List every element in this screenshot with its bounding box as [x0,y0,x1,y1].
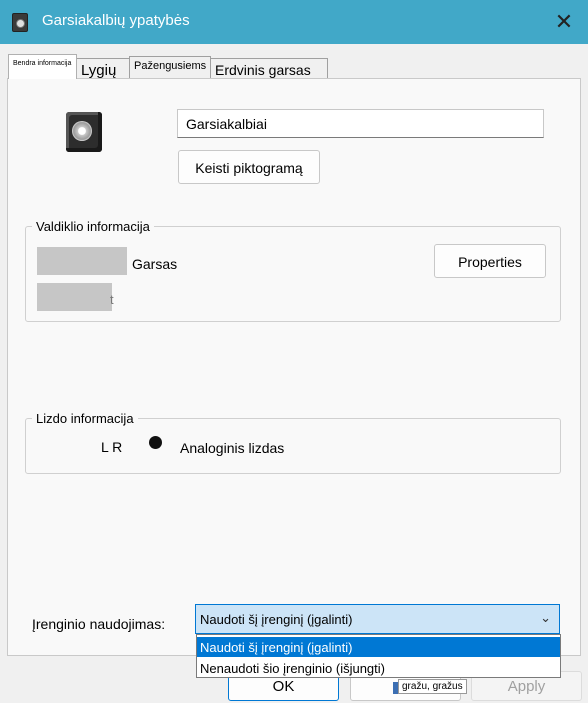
redacted-driver-detail [37,283,112,311]
jack-color-icon [149,436,162,449]
properties-button[interactable]: Properties [434,244,546,278]
speaker-icon [66,112,102,152]
jack-channels: L R [101,439,123,455]
dropdown-option-enable[interactable]: Naudoti šį įrenginį (įgalinti) [197,637,560,657]
dropdown-option-disable[interactable]: Nenaudoti šio įrenginio (išjungti) [197,658,560,678]
jack-name: Analoginis lizdas [180,440,285,456]
device-usage-select[interactable]: Naudoti šį įrenginį (įgalinti) ⌄ [195,604,560,634]
device-usage-value: Naudoti šį įrenginį (įgalinti) [200,612,353,627]
controller-info-label: Valdiklio informacija [32,219,154,234]
close-icon[interactable]: ✕ [544,4,584,40]
window-title: Garsiakalbių ypatybės [42,12,190,29]
driver-detail-tail: t [110,292,114,307]
chevron-down-icon[interactable]: ⌄ [540,610,551,626]
driver-name: Garsas [132,256,178,272]
title-bar: Garsiakalbių ypatybės ✕ [0,0,588,44]
jack-info-label: Lizdo informacija [32,411,138,426]
device-usage-dropdown: Naudoti šį įrenginį (įgalinti) Nenaudoti… [196,634,561,678]
spelling-tooltip: gražu, gražus [398,679,467,694]
tab-advanced[interactable]: Pažengusiems [129,56,211,78]
tab-spatial-sound[interactable]: Erdvinis garsas [210,58,328,79]
device-name-input[interactable]: Garsiakalbiai [177,109,544,138]
tab-general[interactable]: Bendra informacija [8,54,77,79]
device-usage-label: Įrenginio naudojimas: [32,616,166,632]
change-icon-button[interactable]: Keisti piktogramą [178,150,320,184]
tab-levels[interactable]: Lygių [76,58,130,79]
speaker-icon [12,13,28,32]
redacted-driver-name [37,247,127,275]
